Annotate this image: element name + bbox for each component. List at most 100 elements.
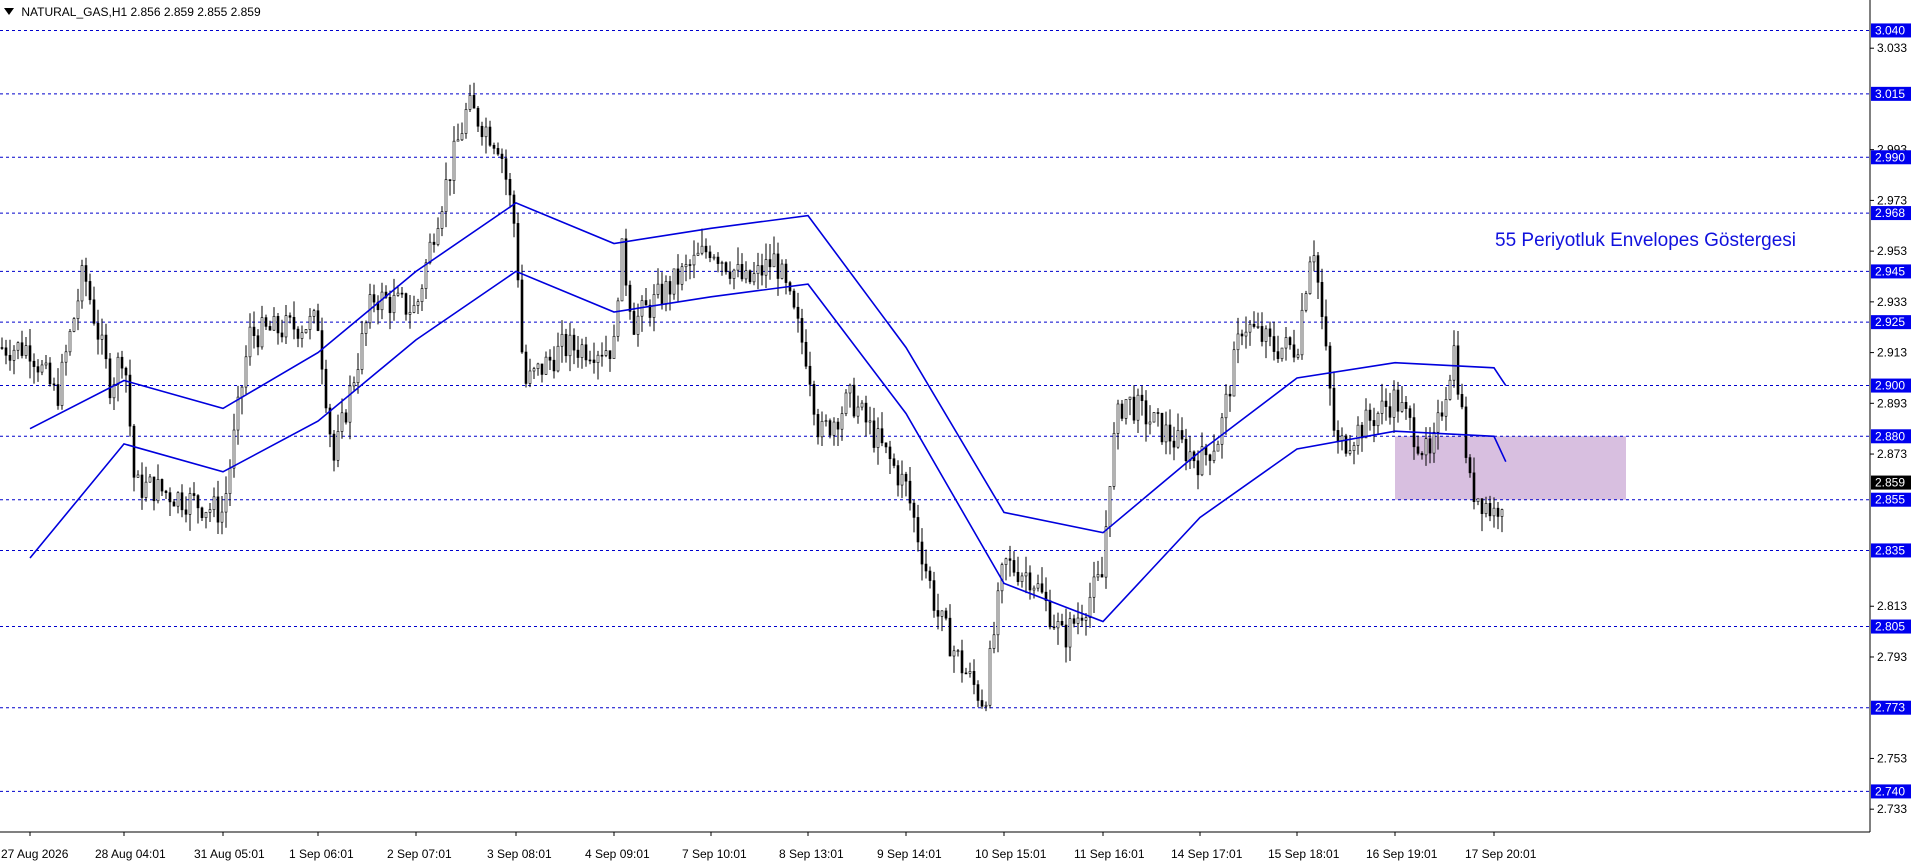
- candle-body: [1144, 400, 1148, 425]
- candle-body: [100, 334, 104, 340]
- indicator-annotation: 55 Periyotluk Envelopes Göstergesi: [1495, 230, 1796, 251]
- candle-body: [200, 507, 204, 518]
- candle-body: [468, 95, 472, 110]
- candle-body: [260, 317, 264, 348]
- candle-body: [780, 263, 784, 279]
- candle-body: [188, 493, 192, 515]
- candle-body: [472, 95, 476, 109]
- candle-body: [404, 293, 408, 315]
- candle-body: [996, 590, 1000, 636]
- candle-body: [1444, 399, 1448, 417]
- candle-body: [528, 370, 532, 384]
- x-tick-label: 27 Aug 2026: [1, 847, 69, 861]
- candle-body: [704, 245, 708, 253]
- candle-body: [588, 359, 592, 362]
- candle-body: [92, 299, 96, 324]
- candle-body: [544, 356, 548, 375]
- candle-body: [1208, 454, 1212, 461]
- candle-body: [228, 467, 232, 494]
- candle-body: [968, 671, 972, 674]
- candle-body: [888, 446, 892, 460]
- candle-body: [372, 294, 376, 303]
- candle-body: [1356, 424, 1360, 446]
- candle-body: [1388, 406, 1392, 418]
- candle-body: [1460, 394, 1464, 408]
- symbol-info[interactable]: NATURAL_GAS,H1 2.856 2.859 2.855 2.859: [4, 4, 261, 19]
- candle-body: [236, 396, 240, 431]
- candle-body: [264, 317, 268, 327]
- candle-body: [388, 296, 392, 314]
- candle-body: [1220, 417, 1224, 445]
- candle-body: [476, 107, 480, 127]
- candle-body: [1176, 430, 1180, 448]
- candle-body: [1156, 412, 1160, 414]
- candle-body: [1124, 399, 1128, 419]
- candle-body: [612, 335, 616, 359]
- candle-body: [1032, 587, 1036, 591]
- candle-body: [744, 270, 748, 280]
- candle-body: [1060, 621, 1064, 626]
- candle-body: [620, 238, 624, 302]
- candle-body: [892, 458, 896, 466]
- chart-window: 3.033 2.993 2.973 2.953 2.933 2.913 2.893 2.873…: [0, 0, 1916, 868]
- candle-body: [1352, 445, 1356, 451]
- candle-body: [760, 265, 764, 276]
- level-label: 2.968: [1875, 206, 1905, 220]
- plot-area: [0, 0, 1870, 832]
- triangle-down-icon[interactable]: [4, 8, 14, 16]
- candle-body: [252, 326, 256, 337]
- candle-body: [952, 650, 956, 657]
- candle-body: [1280, 347, 1284, 359]
- candle-body: [1436, 412, 1440, 433]
- candle-body: [1492, 507, 1496, 517]
- candle-body: [1456, 345, 1460, 395]
- candle-body: [548, 356, 552, 361]
- candle-body: [924, 563, 928, 572]
- candle-body: [764, 259, 768, 276]
- level-label: 2.900: [1875, 379, 1905, 393]
- candle-body: [184, 509, 188, 515]
- candle-body: [860, 402, 864, 408]
- candle-body: [1264, 328, 1268, 342]
- candle-body: [532, 368, 536, 372]
- candle-body: [692, 254, 696, 266]
- candle-body: [1424, 438, 1428, 456]
- candle-body: [1248, 323, 1252, 333]
- candle-body: [108, 358, 112, 399]
- candle-body: [1080, 617, 1084, 621]
- candle-body: [584, 344, 588, 361]
- candle-body: [224, 493, 228, 513]
- x-tick-label: 16 Sep 19:01: [1366, 847, 1438, 861]
- candle-body: [808, 365, 812, 385]
- candle-body: [168, 492, 172, 503]
- candle-body: [1416, 446, 1420, 454]
- candle-body: [976, 684, 980, 701]
- candle-body: [76, 300, 80, 319]
- candle-body: [524, 351, 528, 384]
- candle-body: [916, 517, 920, 543]
- candle-body: [180, 492, 184, 511]
- x-tick-label: 14 Sep 17:01: [1171, 847, 1243, 861]
- candle-body: [1008, 558, 1012, 561]
- candle-body: [1256, 326, 1260, 328]
- candle-body: [1392, 389, 1396, 418]
- candle-body: [152, 476, 156, 502]
- candle-body: [1116, 403, 1120, 434]
- candle-body: [1104, 526, 1108, 578]
- candle-body: [52, 383, 56, 386]
- candle-body: [1028, 572, 1032, 591]
- candle-body: [896, 465, 900, 486]
- candle-body: [440, 211, 444, 229]
- candle-body: [636, 315, 640, 335]
- candle-body: [740, 264, 744, 280]
- candle-body: [96, 323, 100, 340]
- candle-body: [1496, 507, 1500, 517]
- candle-body: [1420, 453, 1424, 456]
- candle-body: [1224, 393, 1228, 419]
- x-tick-label: 8 Sep 13:01: [779, 847, 844, 861]
- candle-body: [1140, 394, 1144, 401]
- candle-body: [40, 364, 44, 373]
- x-tick-label: 4 Sep 09:01: [585, 847, 650, 861]
- candle-body: [776, 253, 780, 279]
- candle-body: [1164, 424, 1168, 443]
